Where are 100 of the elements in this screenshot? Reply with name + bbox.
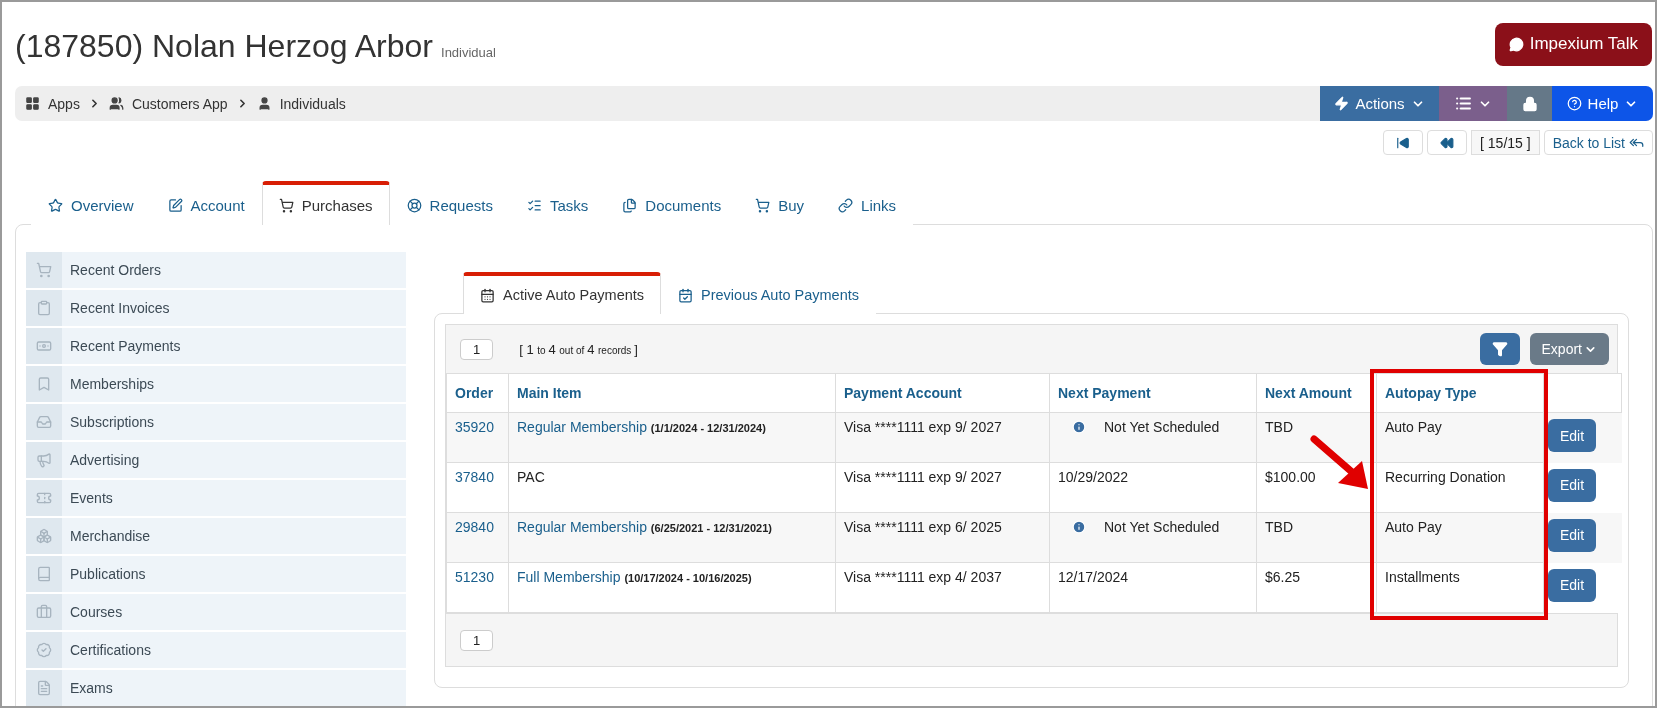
edit-button[interactable]: Edit [1548, 419, 1597, 452]
cart-icon [278, 197, 294, 213]
column-header[interactable]: Order [446, 373, 509, 413]
column-header[interactable]: Main Item [508, 373, 836, 413]
table-cell: $6.25 [1256, 562, 1377, 613]
previous-record-button[interactable] [1427, 130, 1468, 155]
briefcase-icon [26, 594, 62, 630]
actions-button[interactable]: Actions [1320, 86, 1439, 121]
lightning-icon [1334, 96, 1350, 111]
tab[interactable]: Active Auto Payments [463, 272, 662, 314]
megaphone-icon [26, 442, 62, 478]
document-icon [26, 670, 62, 706]
edit-icon [167, 197, 183, 213]
page-number[interactable]: 1 [460, 338, 494, 360]
checklist-icon [526, 197, 542, 213]
filter-button[interactable] [1479, 333, 1520, 365]
tab[interactable]: Purchases [261, 181, 390, 225]
page-number[interactable]: 1 [460, 629, 494, 651]
breadcrumb-link[interactable]: Customers App [131, 95, 228, 112]
column-header[interactable]: Next Payment [1049, 373, 1257, 413]
ticket-icon [26, 480, 62, 516]
sidebar-item[interactable]: Recent Payments [26, 328, 406, 364]
sidebar-item[interactable]: Advertising [26, 442, 406, 478]
user-icon [256, 96, 272, 111]
order-link[interactable]: 29840 [455, 519, 494, 535]
record-count: [ 1 to 4 out of 4 records ] [519, 341, 639, 357]
table-cell: 10/29/2022 [1049, 462, 1257, 513]
date-range: (1/1/2024 - 12/31/2024) [650, 422, 766, 434]
lock-button[interactable] [1507, 86, 1552, 121]
talk-button[interactable]: Impexium Talk [1494, 22, 1652, 66]
edit-button[interactable]: Edit [1548, 568, 1597, 602]
date-range: (10/17/2024 - 10/16/2025) [624, 572, 752, 584]
table-cell: Auto Pay [1376, 512, 1544, 563]
sidebar-item[interactable]: Recent Invoices [26, 290, 406, 326]
table-cell: TBD [1256, 412, 1377, 463]
calendar-check-icon [678, 287, 694, 303]
rewind-icon [1440, 135, 1455, 150]
cart-icon [755, 197, 771, 213]
export-button[interactable]: Export [1529, 333, 1609, 365]
order-link[interactable]: 51230 [455, 569, 494, 585]
table-cell: TBD [1256, 512, 1377, 563]
help-icon [1566, 96, 1582, 111]
order-link[interactable]: 35920 [455, 419, 494, 435]
calendar-icon [480, 287, 495, 303]
date-range: (6/25/2021 - 12/31/2021) [650, 522, 772, 534]
help-button[interactable]: Help [1552, 86, 1653, 121]
sidebar-item[interactable]: Exams [26, 670, 406, 706]
bookmark-icon [26, 366, 62, 402]
sidebar-item[interactable]: Memberships [26, 366, 406, 402]
chat-icon [1508, 36, 1524, 52]
payment-status: Not Yet Scheduled [1104, 519, 1220, 535]
table-cell: Recurring Donation [1376, 462, 1544, 513]
table-cell: Visa ****1111 exp 9/ 2027 [835, 412, 1050, 463]
sidebar-item[interactable]: Certifications [26, 632, 406, 668]
table-cell: 12/17/2024 [1049, 562, 1257, 613]
item-name: PAC [517, 469, 545, 485]
page-title: (187850) Nolan Herzog Arbor [15, 27, 433, 65]
sidebar-item[interactable]: Publications [26, 556, 406, 592]
order-link[interactable]: 37840 [455, 469, 494, 485]
grid-icon [25, 96, 40, 111]
table-cell: Auto Pay [1376, 412, 1544, 463]
record-position: [ 15/15 ] [1471, 130, 1540, 155]
sidebar-item[interactable]: Merchandise [26, 518, 406, 554]
documents-icon [622, 197, 638, 213]
cart-icon [26, 252, 62, 288]
list-menu-button[interactable] [1439, 86, 1507, 121]
lifebuoy-icon [406, 197, 422, 213]
column-header[interactable]: Next Amount [1256, 373, 1377, 413]
star-icon [48, 197, 63, 213]
sidebar-item[interactable]: Subscriptions [26, 404, 406, 440]
table-cell: Visa ****1111 exp 6/ 2025 [835, 512, 1050, 563]
first-record-button[interactable] [1383, 130, 1424, 155]
payment-status: Not Yet Scheduled [1104, 419, 1220, 435]
table-cell: Visa ****1111 exp 9/ 2027 [835, 462, 1050, 513]
edit-button[interactable]: Edit [1548, 468, 1597, 502]
record-type: Individual [441, 44, 496, 60]
breadcrumb-link[interactable]: Individuals [279, 95, 346, 112]
lock-icon [1521, 95, 1538, 112]
sidebar-item[interactable]: Recent Orders [26, 252, 406, 288]
link-icon [838, 197, 854, 213]
sidebar-item[interactable]: Events [26, 480, 406, 516]
back-to-list-button[interactable]: Back to List [1543, 130, 1653, 155]
badge-icon [26, 632, 62, 668]
edit-button[interactable]: Edit [1548, 518, 1597, 552]
list-icon [1454, 95, 1472, 112]
sidebar-item[interactable]: Courses [26, 594, 406, 630]
column-header[interactable]: Autopay Type [1376, 373, 1544, 413]
breadcrumb-link[interactable]: Apps [48, 95, 80, 112]
column-header[interactable]: Payment Account [835, 373, 1050, 413]
item-link[interactable]: Regular Membership [517, 419, 647, 435]
table-cell: Installments [1376, 562, 1544, 613]
banknote-icon [26, 328, 62, 364]
item-link[interactable]: Regular Membership [517, 519, 647, 535]
users-icon [108, 96, 124, 111]
table-cell: Visa ****1111 exp 4/ 2037 [835, 562, 1050, 613]
inbox-icon [26, 404, 62, 440]
item-link[interactable]: Full Membership [517, 569, 621, 585]
clipboard-icon [26, 290, 62, 326]
filter-icon [1491, 341, 1508, 357]
book-icon [26, 556, 62, 592]
